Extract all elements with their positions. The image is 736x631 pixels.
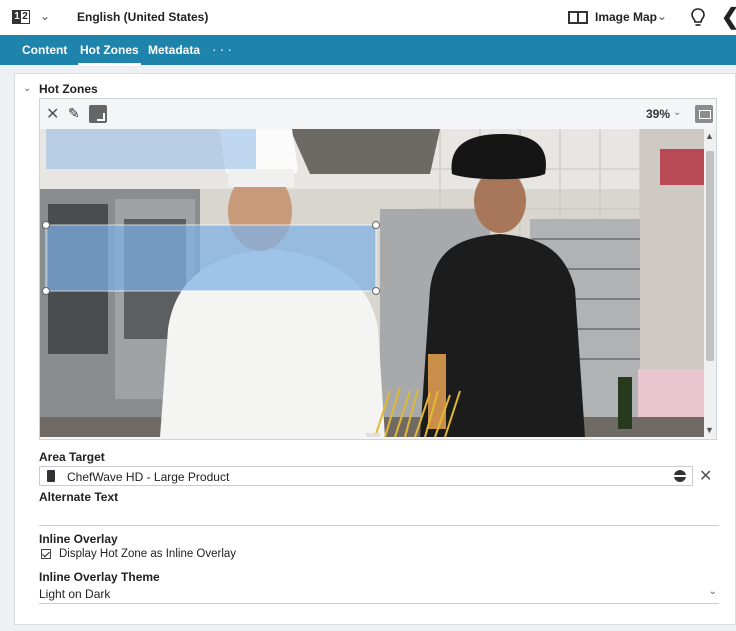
vertical-scrollbar[interactable]: ▲ ▼	[704, 129, 716, 437]
collapse-chevron-icon[interactable]: ⌄	[23, 83, 31, 94]
more-tabs-button[interactable]: ···	[212, 41, 235, 57]
tab-metadata[interactable]: Metadata	[148, 43, 200, 57]
fit-to-screen-icon[interactable]	[695, 105, 713, 123]
alternate-text-label: Alternate Text	[39, 490, 119, 504]
tab-bar: Content Hot Zones Metadata ···	[0, 35, 736, 66]
scroll-thumb[interactable]	[706, 151, 714, 361]
back-chevron-icon[interactable]: ❮	[721, 6, 736, 28]
inline-overlay-checkbox[interactable]	[41, 549, 51, 559]
alternate-text-input[interactable]	[39, 510, 719, 526]
tab-hot-zones[interactable]: Hot Zones	[78, 43, 141, 66]
area-target-field[interactable]: ChefWave HD - Large Product	[39, 466, 693, 486]
close-icon[interactable]: ✕	[46, 104, 59, 124]
chevron-down-icon[interactable]: ⌄	[657, 9, 667, 23]
inline-overlay-theme-label: Inline Overlay Theme	[39, 570, 160, 584]
area-target-value: ChefWave HD - Large Product	[67, 470, 230, 484]
language-icon[interactable]: 1 2	[12, 10, 30, 24]
scroll-down-icon[interactable]: ▼	[705, 425, 714, 435]
kitchen-image	[40, 129, 704, 437]
zoom-level[interactable]: 39%	[646, 107, 670, 121]
area-target-label: Area Target	[39, 450, 105, 464]
language-icon-left: 1	[13, 11, 21, 23]
view-selector[interactable]: Image Map	[595, 10, 657, 24]
hot-zone-tool-icon[interactable]	[89, 105, 107, 123]
tab-content[interactable]: Content	[22, 43, 67, 57]
top-bar: 1 2 ⌄ English (United States) Image Map …	[0, 0, 736, 35]
globe-icon[interactable]	[674, 470, 686, 482]
theme-value: Light on Dark	[39, 587, 111, 601]
editor-toolbar: ✕ ✎ 39% ⌄	[40, 99, 716, 129]
inline-overlay-checkbox-label[interactable]: Display Hot Zone as Inline Overlay	[59, 548, 236, 560]
chevron-down-icon[interactable]: ⌄	[673, 107, 681, 118]
scroll-up-icon[interactable]: ▲	[705, 131, 714, 141]
language-icon-right: 2	[22, 11, 28, 22]
image-map-icon[interactable]	[568, 11, 588, 24]
inline-overlay-theme-select[interactable]: Light on Dark ⌄	[39, 586, 719, 604]
product-icon	[47, 470, 55, 482]
image-editor: ✕ ✎ 39% ⌄ ▲ ▼	[39, 98, 717, 440]
language-selector[interactable]: English (United States)	[77, 10, 208, 24]
section-title[interactable]: Hot Zones	[39, 82, 98, 96]
clear-target-button[interactable]: ✕	[699, 466, 712, 486]
pencil-icon[interactable]: ✎	[68, 105, 80, 122]
chevron-down-icon[interactable]: ⌄	[40, 9, 50, 23]
inline-overlay-label: Inline Overlay	[39, 532, 118, 546]
lightbulb-icon[interactable]	[691, 8, 705, 28]
chevron-down-icon[interactable]: ⌄	[709, 586, 717, 597]
inline-overlay-checkbox-row[interactable]: Display Hot Zone as Inline Overlay	[39, 548, 236, 560]
image-canvas[interactable]	[40, 129, 704, 437]
hot-zones-panel: ⌄ Hot Zones ✕ ✎ 39% ⌄ ▲ ▼ Area Target Ch…	[14, 73, 736, 625]
